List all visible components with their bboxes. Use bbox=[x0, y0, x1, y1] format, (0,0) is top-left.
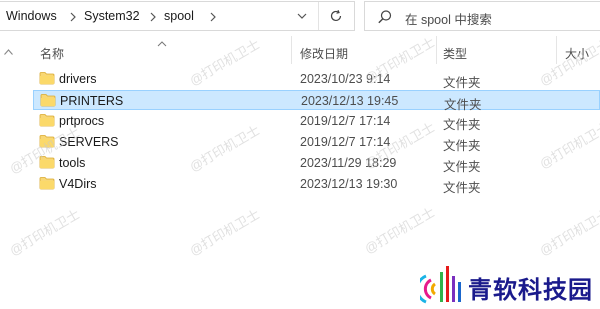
folder-icon bbox=[39, 71, 55, 85]
file-name[interactable]: prtprocs bbox=[59, 114, 104, 128]
toolbar: Windows System32 spool 在 spool 中搜索 bbox=[0, 0, 600, 33]
refresh-icon[interactable] bbox=[329, 9, 343, 23]
folder-icon bbox=[39, 176, 55, 190]
column-header-name[interactable]: 名称 bbox=[40, 45, 64, 62]
file-modified-date: 2023/11/29 18:29 bbox=[300, 156, 397, 170]
folder-icon bbox=[39, 113, 55, 127]
file-row[interactable]: tools 2023/11/29 18:29 文件夹 bbox=[33, 153, 600, 174]
chevron-down-icon[interactable] bbox=[296, 10, 308, 22]
brand-logo-icon bbox=[420, 266, 461, 304]
scroll-up-icon[interactable] bbox=[4, 44, 13, 55]
brand-logo: 青软科技园 bbox=[420, 262, 593, 306]
file-modified-date: 2019/12/7 17:14 bbox=[300, 135, 391, 149]
column-divider[interactable] bbox=[436, 36, 437, 64]
column-divider[interactable] bbox=[556, 36, 557, 64]
column-divider[interactable] bbox=[291, 36, 292, 64]
file-type: 文件夹 bbox=[443, 139, 481, 153]
watermark: @打印机卫士 bbox=[6, 206, 83, 259]
column-header-date[interactable]: 修改日期 bbox=[300, 45, 348, 62]
file-type: 文件夹 bbox=[443, 181, 481, 195]
folder-icon bbox=[39, 155, 55, 169]
watermark: @打印机卫士 bbox=[536, 206, 600, 259]
breadcrumb-windows[interactable]: Windows bbox=[6, 9, 57, 23]
watermark: @打印机卫士 bbox=[186, 206, 263, 259]
search-box[interactable]: 在 spool 中搜索 bbox=[364, 1, 600, 31]
file-modified-date: 2023/12/13 19:45 bbox=[301, 94, 399, 108]
file-modified-date: 2019/12/7 17:14 bbox=[300, 114, 391, 128]
sort-ascending-icon bbox=[157, 36, 167, 47]
file-modified-date: 2023/12/13 19:30 bbox=[300, 177, 398, 191]
column-header-size[interactable]: 大小 bbox=[565, 45, 589, 62]
file-name[interactable]: tools bbox=[59, 156, 85, 170]
file-type: 文件夹 bbox=[443, 118, 481, 132]
file-name[interactable]: SERVERS bbox=[59, 135, 119, 149]
chevron-right-icon[interactable] bbox=[68, 10, 78, 24]
breadcrumb-spool[interactable]: spool bbox=[164, 9, 194, 23]
file-row[interactable]: prtprocs 2019/12/7 17:14 文件夹 bbox=[33, 111, 600, 132]
folder-icon bbox=[40, 93, 56, 107]
chevron-right-icon[interactable] bbox=[148, 10, 158, 24]
file-type: 文件夹 bbox=[443, 76, 481, 90]
file-name[interactable]: V4Dirs bbox=[59, 177, 97, 191]
folder-icon bbox=[39, 134, 55, 148]
file-row[interactable]: SERVERS 2019/12/7 17:14 文件夹 bbox=[33, 132, 600, 153]
divider bbox=[318, 2, 319, 30]
file-row[interactable]: PRINTERS 2023/12/13 19:45 文件夹 bbox=[33, 90, 600, 112]
breadcrumb-system32[interactable]: System32 bbox=[84, 9, 140, 23]
chevron-right-icon[interactable] bbox=[208, 10, 218, 24]
file-name[interactable]: PRINTERS bbox=[60, 94, 123, 108]
file-type: 文件夹 bbox=[443, 160, 481, 174]
search-input[interactable]: 在 spool 中搜索 bbox=[405, 9, 492, 28]
brand-name: 青软科技园 bbox=[468, 276, 593, 304]
file-modified-date: 2023/10/23 9:14 bbox=[300, 72, 391, 86]
address-bar[interactable]: Windows System32 spool bbox=[0, 1, 355, 31]
file-row[interactable]: drivers 2023/10/23 9:14 文件夹 bbox=[33, 69, 600, 90]
watermark: @打印机卫士 bbox=[361, 204, 438, 257]
file-row[interactable]: V4Dirs 2023/12/13 19:30 文件夹 bbox=[33, 174, 600, 195]
column-header-type[interactable]: 类型 bbox=[443, 45, 467, 62]
file-name[interactable]: drivers bbox=[59, 72, 97, 86]
search-icon[interactable] bbox=[377, 9, 393, 25]
